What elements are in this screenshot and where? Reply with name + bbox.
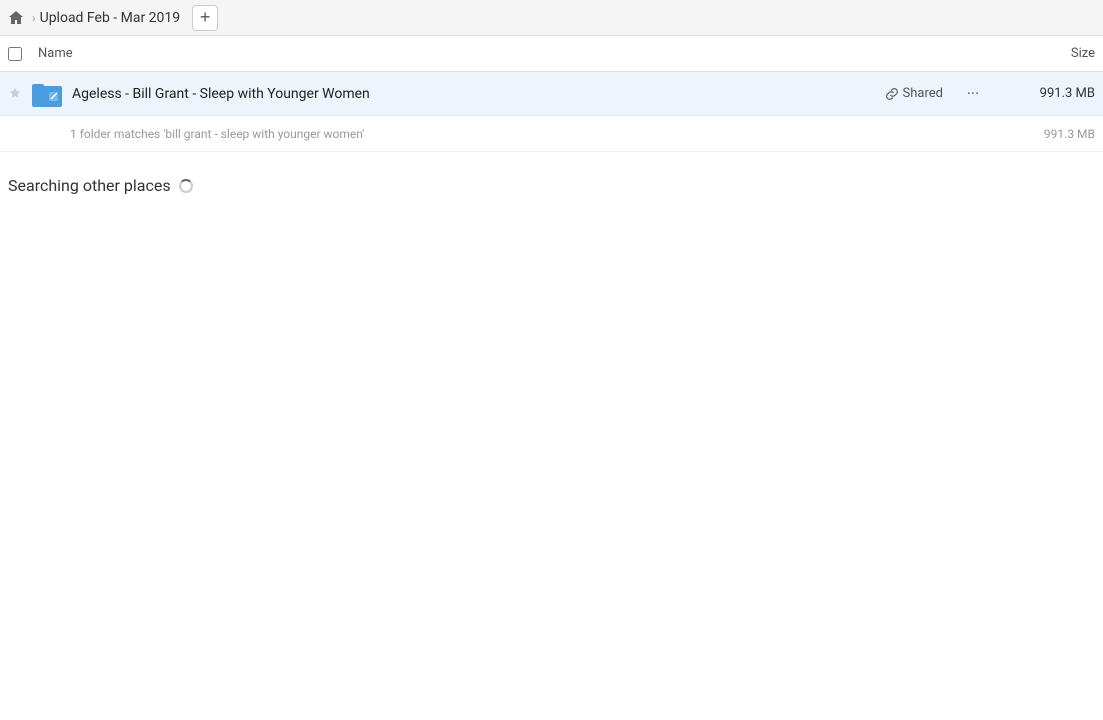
searching-title: Searching other places: [8, 176, 171, 195]
file-name: Ageless - Bill Grant - Sleep with Younge…: [68, 86, 885, 102]
home-button[interactable]: [8, 10, 24, 26]
column-headers: Name Size: [0, 36, 1103, 72]
more-options-button[interactable]: ···: [959, 84, 987, 103]
add-button[interactable]: +: [192, 5, 218, 31]
select-all-col[interactable]: [8, 47, 38, 61]
home-icon: [8, 10, 24, 26]
loading-spinner: [179, 179, 193, 193]
shared-label: Shared: [903, 86, 943, 101]
link-icon: [885, 87, 899, 101]
file-row[interactable]: Ageless - Bill Grant - Sleep with Younge…: [0, 72, 1103, 116]
file-size: 991.3 MB: [995, 86, 1095, 101]
folder-icon: [32, 81, 62, 107]
breadcrumb-bar: › Upload Feb - Mar 2019 +: [0, 0, 1103, 36]
match-info-text: 1 folder matches 'bill grant - sleep wit…: [70, 127, 995, 141]
file-icon-col: [32, 81, 68, 107]
select-all-checkbox[interactable]: [8, 47, 22, 61]
star-col[interactable]: [8, 87, 32, 101]
breadcrumb-separator: ›: [32, 11, 36, 25]
star-icon: [8, 87, 22, 101]
size-column-header: Size: [975, 46, 1095, 61]
match-info-size: 991.3 MB: [995, 127, 1095, 141]
shared-col: Shared: [885, 86, 943, 101]
name-column-header[interactable]: Name: [38, 46, 975, 61]
breadcrumb-title: Upload Feb - Mar 2019: [40, 10, 181, 26]
searching-section: Searching other places: [0, 152, 1103, 195]
match-info-row: 1 folder matches 'bill grant - sleep wit…: [0, 116, 1103, 152]
